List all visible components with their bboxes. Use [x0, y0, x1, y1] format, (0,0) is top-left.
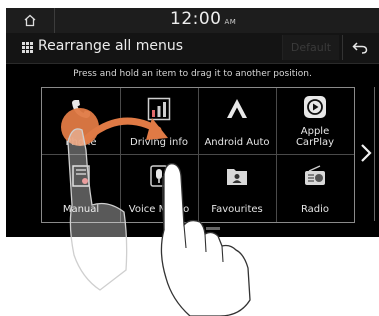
default-button[interactable]: Default [282, 35, 339, 60]
menu-item-label: Phone [65, 137, 97, 148]
page-dot [206, 227, 220, 230]
title-bar: Rearrange all menus Default [6, 33, 379, 64]
clock-ampm: AM [224, 18, 237, 26]
menu-item-label: Manual [62, 204, 100, 215]
manual-icon [72, 165, 90, 187]
page-indicator [186, 227, 246, 231]
home-button[interactable] [6, 8, 55, 33]
menu-item-label: Driving info [130, 137, 188, 148]
page-dot-active [186, 227, 200, 230]
clock: 12:00 AM [170, 9, 236, 29]
infotainment-screen: 12:00 AM Rearrange all menus Default Pres… [6, 8, 379, 237]
page-title: Rearrange all menus [38, 38, 184, 54]
driving-info-icon [147, 97, 171, 121]
phone-icon [72, 100, 90, 118]
menu-item-label-line1: Apple [300, 126, 330, 137]
menu-item-label: Favourites [211, 204, 263, 215]
back-button[interactable] [342, 35, 377, 60]
instruction-text: Press and hold an item to drag it to ano… [73, 69, 312, 79]
menu-item-voice-memo[interactable]: Voice Memo [120, 155, 198, 222]
home-icon [24, 14, 36, 27]
next-page-edge [374, 87, 378, 221]
menu-item-radio[interactable]: Radio [276, 155, 354, 222]
menu-item-favourites[interactable]: Favourites [198, 155, 276, 222]
status-bar: 12:00 AM [6, 8, 379, 33]
back-icon [352, 41, 368, 54]
voice-memo-icon [150, 165, 168, 187]
favourites-icon [227, 169, 247, 185]
menu-item-label: Radio [300, 204, 330, 215]
menu-item-phone[interactable]: Phone [42, 88, 120, 155]
menu-item-label-line2: CarPlay [295, 137, 335, 148]
radio-icon [305, 165, 325, 185]
menu-item-apple-carplay[interactable]: Apple CarPlay [276, 88, 354, 155]
chevron-right-icon [361, 144, 372, 162]
carplay-icon [304, 96, 326, 118]
menu-item-label: Android Auto [204, 137, 270, 148]
menu-item-android-auto[interactable]: Android Auto [198, 88, 276, 155]
android-auto-icon [227, 99, 247, 118]
all-menus-grid-icon [22, 42, 33, 53]
clock-time: 12:00 [170, 9, 222, 29]
menu-item-driving-info[interactable]: Driving info [120, 88, 198, 155]
next-page-button[interactable] [356, 138, 376, 168]
menu-item-manual[interactable]: Manual [42, 155, 120, 222]
menu-grid: Phone Driving info Android Auto Apple Ca… [41, 87, 355, 223]
menu-item-label: Voice Memo [128, 204, 190, 215]
